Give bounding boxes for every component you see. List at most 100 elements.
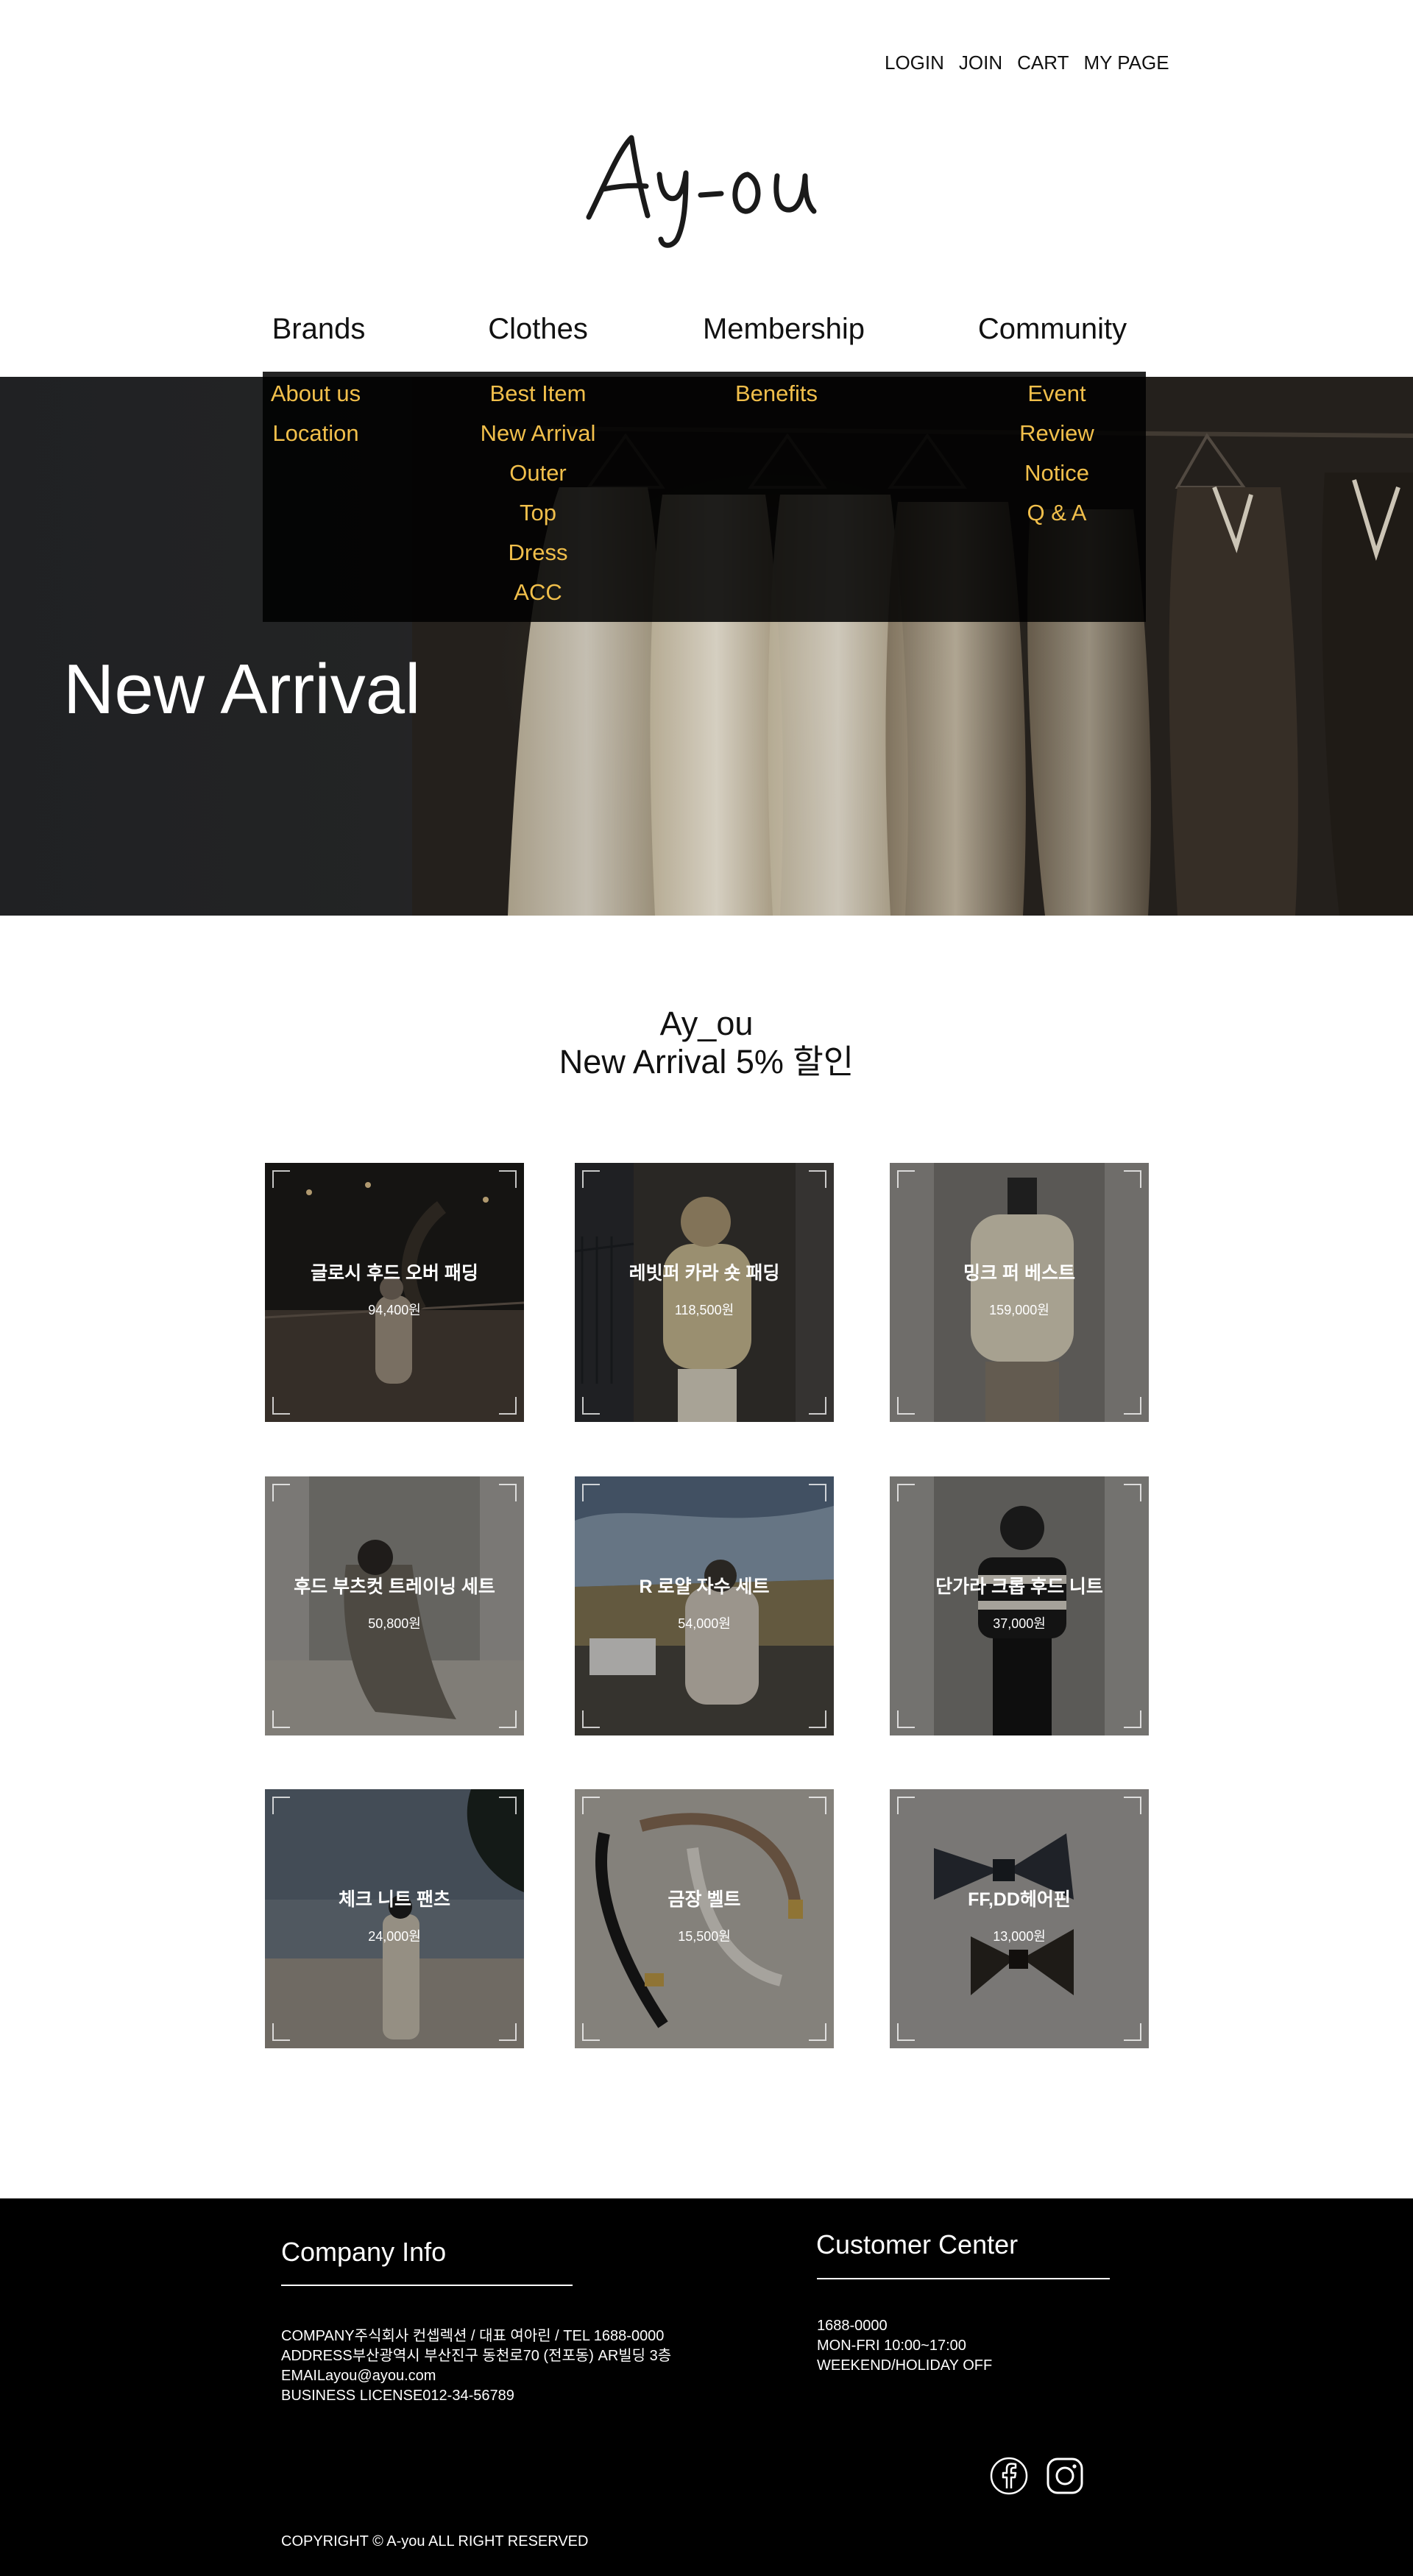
footer: Company Info COMPANY주식회사 컨셉렉션 / 대표 여아린 /… [0, 2198, 1413, 2576]
corner-mark [809, 1397, 826, 1415]
social-links [989, 2456, 1085, 2496]
submenu-notice[interactable]: Notice [1024, 456, 1089, 495]
corner-mark [582, 1797, 600, 1814]
card-overlay [575, 1789, 834, 2048]
promo-discount: New Arrival 5% 할인 [559, 1043, 854, 1080]
corner-mark [897, 2023, 915, 2041]
submenu-location[interactable]: Location [272, 416, 358, 456]
product-price: 118,500원 [674, 1303, 734, 1317]
product-name: 후드 부츠컷 트레이닝 세트 [294, 1577, 495, 1597]
product-price: 24,000원 [368, 1929, 421, 1944]
address-row: ADDRESS부산광역시 부산진구 동천로70 (전포동) AR빌딩 3층 [281, 2348, 672, 2364]
product-price: 159,000원 [989, 1303, 1049, 1317]
submenu-qna[interactable]: Q & A [1027, 495, 1087, 535]
product-price: 15,500원 [678, 1929, 731, 1944]
corner-mark [499, 2023, 517, 2041]
submenu-outer[interactable]: Outer [509, 456, 567, 495]
nav-clothes[interactable]: Clothes [488, 313, 588, 346]
divider [281, 2285, 573, 2286]
corner-mark [582, 1710, 600, 1728]
corner-mark [1124, 1797, 1141, 1814]
customer-center-title: Customer Center [816, 2229, 1019, 2260]
submenu-review[interactable]: Review [1019, 416, 1094, 456]
copyright: COPYRIGHT © A-you ALL RIGHT RESERVED [281, 2533, 589, 2550]
product-name: FF,DD헤어핀 [968, 1889, 1071, 1910]
hero-title: New Arrival [63, 650, 421, 729]
weekend-hours: WEEKEND/HOLIDAY OFF [817, 2357, 993, 2374]
submenu-community: Event Review Notice Q & A [1019, 376, 1094, 535]
product-price: 37,000원 [993, 1616, 1046, 1631]
corner-mark [272, 1710, 290, 1728]
submenu-acc[interactable]: ACC [514, 575, 562, 615]
corner-mark [1124, 1170, 1141, 1188]
company-info: COMPANY주식회사 컨셉렉션 / 대표 여아린 / TEL 1688-000… [281, 2326, 671, 2406]
product-name: 체크 니트 팬츠 [339, 1889, 450, 1910]
product-card[interactable]: 밍크 퍼 베스트 159,000원 [890, 1163, 1149, 1422]
submenu-clothes: Best Item New Arrival Outer Top Dress AC… [481, 376, 596, 615]
corner-mark [272, 2023, 290, 2041]
corner-mark [499, 1397, 517, 1415]
cart-link[interactable]: CART [1017, 52, 1069, 74]
submenu-top[interactable]: Top [520, 495, 556, 535]
logo-mark [586, 135, 817, 248]
product-card[interactable]: 금장 벨트 15,500원 [575, 1789, 834, 2048]
card-overlay [265, 1163, 524, 1422]
product-card[interactable]: 후드 부츠컷 트레이닝 세트 50,800원 [265, 1476, 524, 1735]
corner-mark [897, 1484, 915, 1501]
corner-mark [897, 1797, 915, 1814]
corner-mark [499, 1797, 517, 1814]
submenu-dress[interactable]: Dress [509, 535, 568, 575]
submenu-new-arrival[interactable]: New Arrival [481, 416, 596, 456]
phone-number: 1688-0000 [817, 2318, 888, 2334]
promo-heading: Ay_ou New Arrival 5% 할인 [0, 1005, 1413, 1081]
card-overlay [265, 1476, 524, 1735]
product-card[interactable]: FF,DD헤어핀 13,000원 [890, 1789, 1149, 2048]
submenu-event[interactable]: Event [1027, 376, 1086, 416]
login-link[interactable]: LOGIN [885, 52, 944, 74]
corner-mark [1124, 1397, 1141, 1415]
corner-mark [582, 2023, 600, 2041]
corner-mark [499, 1710, 517, 1728]
corner-mark [499, 1170, 517, 1188]
submenu-about-us[interactable]: About us [271, 376, 361, 416]
my-page-link[interactable]: MY PAGE [1083, 52, 1169, 74]
join-link[interactable]: JOIN [959, 52, 1002, 74]
license-row: BUSINESS LICENSE012-34-56789 [281, 2388, 514, 2404]
nav-dropdown: About us Location Best Item New Arrival … [263, 372, 1146, 622]
product-price: 54,000원 [678, 1616, 731, 1631]
product-price: 50,800원 [368, 1616, 421, 1631]
product-name: R 로얄 자수 세트 [639, 1577, 770, 1597]
card-overlay [890, 1163, 1149, 1422]
corner-mark [1124, 1484, 1141, 1501]
corner-mark [897, 1710, 915, 1728]
nav-community[interactable]: Community [978, 313, 1127, 346]
logo[interactable] [0, 121, 1413, 258]
corner-mark [809, 1484, 826, 1501]
product-price: 94,400원 [368, 1303, 421, 1317]
submenu-membership: Benefits [735, 376, 818, 416]
nav-brands[interactable]: Brands [272, 313, 366, 346]
product-card[interactable]: 단가라 크롭 후드 니트 37,000원 [890, 1476, 1149, 1735]
corner-mark [809, 1170, 826, 1188]
product-card[interactable]: 글로시 후드 오버 패딩 94,400원 [265, 1163, 524, 1422]
customer-center-info: 1688-0000 MON-FRI 10:00~17:00 WEEKEND/HO… [817, 2316, 992, 2376]
corner-mark [272, 1170, 290, 1188]
utility-links: LOGIN JOIN CART MY PAGE [885, 52, 1169, 74]
submenu-best-item[interactable]: Best Item [490, 376, 587, 416]
corner-mark [1124, 1710, 1141, 1728]
product-name: 글로시 후드 오버 패딩 [311, 1263, 478, 1284]
product-card[interactable]: R 로얄 자수 세트 54,000원 [575, 1476, 834, 1735]
corner-mark [897, 1397, 915, 1415]
card-overlay [575, 1163, 834, 1422]
corner-mark [582, 1484, 600, 1501]
nav-membership[interactable]: Membership [703, 313, 865, 346]
product-name: 금장 벨트 [667, 1889, 741, 1910]
corner-mark [809, 1797, 826, 1814]
submenu-benefits[interactable]: Benefits [735, 376, 818, 416]
instagram-icon[interactable] [1045, 2456, 1085, 2496]
email-row: EMAILayou@ayou.com [281, 2368, 436, 2384]
facebook-icon[interactable] [989, 2456, 1029, 2496]
product-card[interactable]: 체크 니트 팬츠 24,000원 [265, 1789, 524, 2048]
card-overlay [575, 1476, 834, 1735]
product-card[interactable]: 레빗퍼 카라 숏 패딩 118,500원 [575, 1163, 834, 1422]
